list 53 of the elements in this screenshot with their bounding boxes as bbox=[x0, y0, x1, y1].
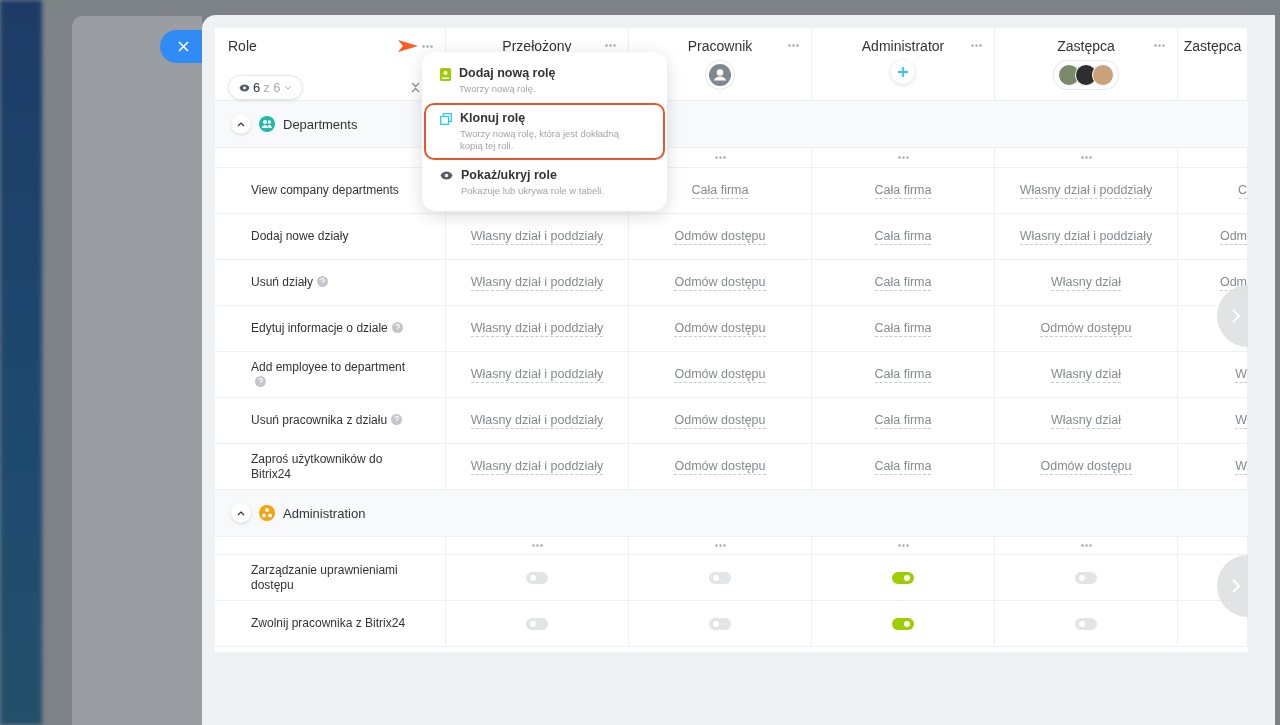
access-value[interactable]: Własny dział bbox=[1050, 412, 1122, 429]
role-column-title: Zastępca bbox=[1183, 38, 1242, 54]
access-value[interactable]: Własny dział i poddziały bbox=[470, 274, 604, 291]
access-value[interactable]: W bbox=[1235, 366, 1247, 383]
access-value[interactable]: Własny dział i poddziały bbox=[470, 412, 604, 429]
access-value[interactable]: Własny dział i poddziały bbox=[470, 228, 604, 245]
access-value[interactable]: Cała firma bbox=[874, 228, 932, 245]
role-column-title: Pracownik bbox=[687, 38, 753, 54]
visible-roles-selector[interactable]: 6 z 6 bbox=[228, 75, 303, 100]
section-title: Administration bbox=[283, 505, 366, 521]
access-value[interactable]: Odmów dostępu bbox=[674, 228, 766, 245]
access-value[interactable]: Własny dział i poddziały bbox=[470, 320, 604, 337]
access-value[interactable]: Własny dział i poddziały bbox=[1019, 182, 1153, 199]
access-value[interactable]: Cała firma bbox=[874, 274, 932, 291]
column-title: Role bbox=[228, 38, 257, 54]
access-value[interactable]: Odmów dostępu bbox=[674, 412, 766, 429]
access-value[interactable]: Cała firma bbox=[874, 412, 932, 429]
permission-label: View company departments bbox=[251, 183, 399, 198]
access-value[interactable]: Odmów dostępu bbox=[674, 458, 766, 475]
access-value[interactable]: Własny dział bbox=[1050, 366, 1122, 383]
menu-item[interactable]: Dodaj nową rolę Tworzy nową rolę. bbox=[424, 58, 665, 103]
access-value[interactable]: Cała firma bbox=[874, 320, 932, 337]
role-column-title: Zastępca bbox=[1057, 38, 1115, 54]
access-value[interactable]: Własny dział i poddziały bbox=[470, 366, 604, 383]
permission-label: Zaproś użytkowników do Bitrix24 bbox=[251, 451, 384, 482]
permission-label: Zarządzanie uprawnieniami dostępu bbox=[251, 562, 399, 593]
permission-label: Dodaj nowe działy bbox=[251, 229, 349, 244]
access-value[interactable]: Cała firma bbox=[874, 366, 932, 383]
access-value[interactable]: Odmów dostępu bbox=[674, 366, 766, 383]
access-value[interactable]: Odmów dostępu bbox=[674, 320, 766, 337]
access-value[interactable]: W bbox=[1235, 412, 1247, 429]
access-value[interactable]: Cała firma bbox=[874, 458, 932, 475]
access-value[interactable]: W bbox=[1235, 458, 1247, 475]
access-value[interactable]: C bbox=[1237, 182, 1247, 199]
menu-item[interactable]: Klonuj rolę Tworzy nową rolę, która jest dokładną kopią tej roli. bbox=[424, 103, 665, 160]
section-title: Departments bbox=[283, 116, 358, 132]
access-value[interactable]: Własny dział i poddziały bbox=[1019, 228, 1153, 245]
access-value[interactable]: Cała firma bbox=[691, 182, 749, 199]
permission-label: Usuń działy bbox=[251, 275, 329, 290]
access-value[interactable]: Własny dział i poddziały bbox=[470, 458, 604, 475]
access-value[interactable]: Odmów dostępu bbox=[1040, 320, 1132, 337]
access-value[interactable]: Własny dział bbox=[1050, 274, 1122, 291]
access-value[interactable]: Cała firma bbox=[874, 182, 932, 199]
permission-label: Edytuj informacje o dziale bbox=[251, 321, 403, 336]
permission-label: Zwolnij pracownika z Bitrix24 bbox=[251, 616, 406, 631]
role-column-title: Przełożony bbox=[502, 38, 572, 54]
access-value[interactable]: Odmów dostępu bbox=[674, 274, 766, 291]
role-column-title: Administrator bbox=[861, 38, 945, 54]
menu-item[interactable]: Pokaż/ukryj role Pokazuje lub ukrywa role w tabeli. bbox=[424, 160, 665, 205]
access-value[interactable]: Odmów dostępu bbox=[1040, 458, 1132, 475]
permission-label: Add employee to department bbox=[251, 359, 416, 390]
permission-label: Usuń pracownika z działu bbox=[251, 413, 403, 428]
access-value[interactable]: Odm bbox=[1219, 228, 1247, 245]
